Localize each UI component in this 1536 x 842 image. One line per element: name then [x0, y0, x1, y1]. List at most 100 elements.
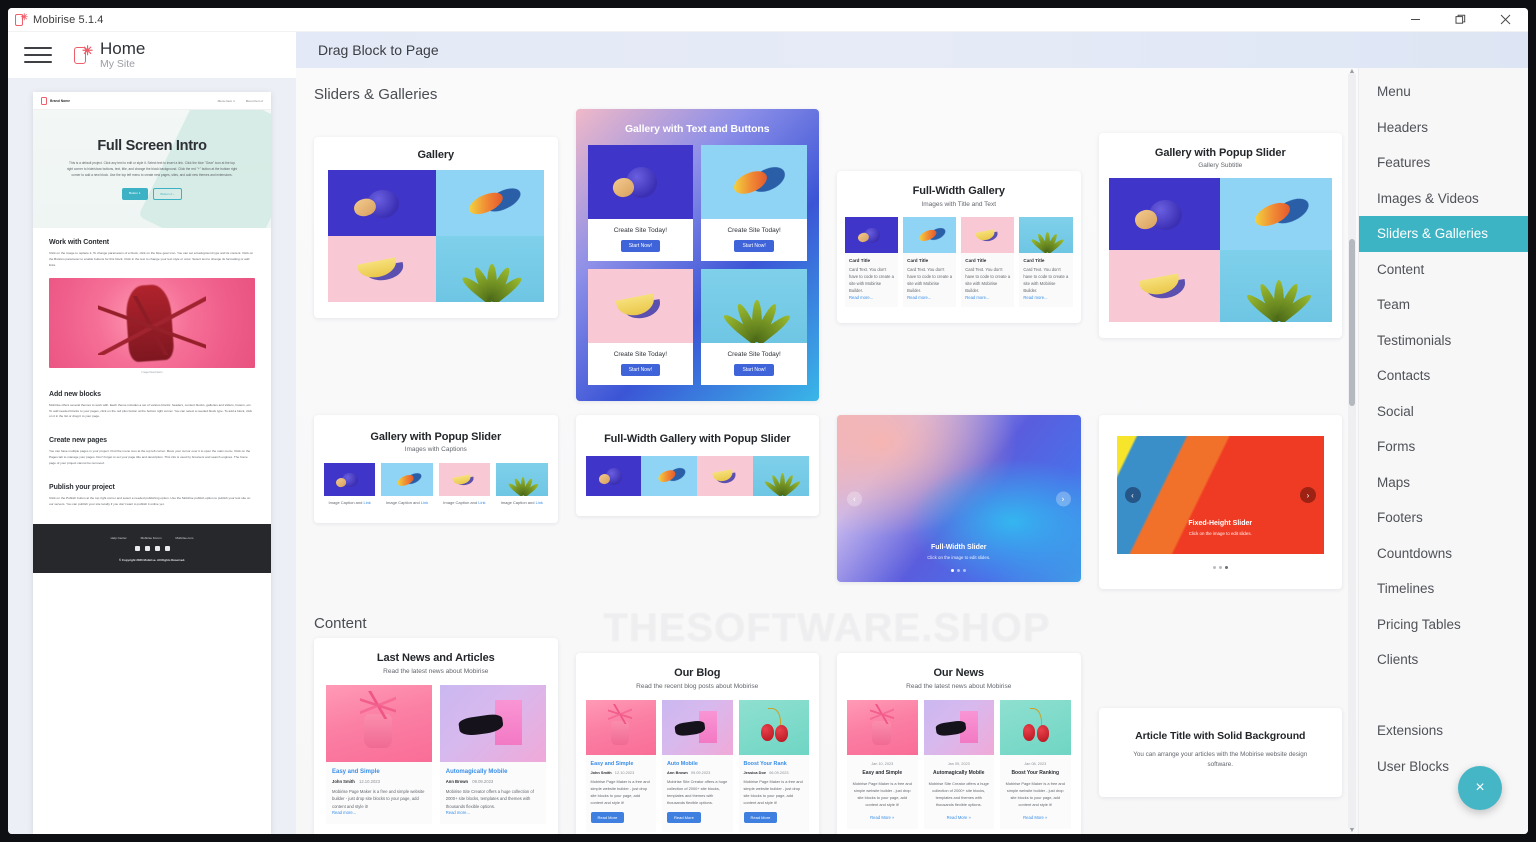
- preview-hero-section: Full Screen Intro This is a default proj…: [33, 110, 271, 228]
- close-button[interactable]: [1483, 8, 1528, 31]
- block-thumb-gallery-with-popup-slider[interactable]: Gallery with Popup Slider Gallery Subtit…: [1098, 133, 1342, 338]
- post-author: Ann Brown: [667, 770, 688, 775]
- preview-section-create-new-pages: Create new pages You can have multiple p…: [33, 426, 271, 473]
- preview-footer: Help Center Mobirise Forum Mobirise.com …: [33, 523, 271, 573]
- block-subheading: Images with Captions: [404, 446, 467, 453]
- block-subheading: Read the recent blog posts about Mobiris…: [636, 683, 759, 690]
- blog-post-card: Auto Mobile Ann Brown 09.09.2023 Mobiris…: [662, 700, 733, 833]
- category-nav[interactable]: Menu Headers Features Images & Videos Sl…: [1358, 68, 1528, 834]
- category-item-contacts[interactable]: Contacts: [1359, 358, 1528, 394]
- block-thumb-article-with-solid-background[interactable]: Article Title with Solid Background You …: [1098, 708, 1342, 797]
- preview-hero-text: This is a default project. Click any tex…: [66, 161, 238, 177]
- preview-section-title: Work with Content: [49, 239, 109, 246]
- gallery-image-plum: [328, 170, 436, 236]
- category-item-headers[interactable]: Headers: [1359, 110, 1528, 146]
- minimize-button[interactable]: [1393, 8, 1438, 31]
- block-thumb-last-news-and-articles[interactable]: Last News and Articles Read the latest n…: [314, 638, 558, 834]
- category-item-testimonials[interactable]: Testimonials: [1359, 323, 1528, 359]
- block-thumb-our-news[interactable]: Our News Read the latest news about Mobi…: [837, 653, 1081, 834]
- gallery-image-plum: [585, 456, 642, 496]
- block-thumb-our-blog[interactable]: Our Blog Read the recent blog posts abou…: [575, 653, 819, 834]
- category-item-maps[interactable]: Maps: [1359, 465, 1528, 501]
- post-date: 09.09.2023: [690, 770, 711, 775]
- page-preview-scroll[interactable]: Brand Name Menu Item 1 Menu Item 2 Full …: [8, 78, 296, 834]
- preview-section-text: Mobirise offers several themes to work w…: [49, 402, 253, 419]
- main-menu-icon[interactable]: [24, 47, 52, 63]
- slider-next-arrow-icon[interactable]: ›: [1300, 487, 1316, 503]
- category-item-footers[interactable]: Footers: [1359, 500, 1528, 536]
- close-blocks-panel-button[interactable]: ×: [1458, 766, 1502, 810]
- preview-section-title: Add new blocks: [49, 390, 101, 398]
- site-title-group[interactable]: Home My Site: [100, 38, 146, 71]
- block-thumb-gallery-with-text-and-buttons[interactable]: Gallery with Text and Buttons Create Sit…: [575, 109, 819, 401]
- block-heading: Gallery with Text and Buttons: [624, 123, 770, 135]
- drag-block-header: Drag Block to Page: [296, 32, 1528, 68]
- preview-copyright: © Copyright 2020 Mobirise. All Rights Re…: [118, 557, 186, 562]
- card-link: Read more...: [907, 294, 932, 300]
- category-item-team[interactable]: Team: [1359, 287, 1528, 323]
- category-item-menu[interactable]: Menu: [1359, 74, 1528, 110]
- gallery-card-row: Card Title Card Text. You don't have to …: [845, 217, 1073, 307]
- preview-hero-title: Full Screen Intro: [97, 138, 207, 155]
- category-item-user-blocks[interactable]: User Blocks: [1359, 749, 1528, 785]
- scrollbar-thumb[interactable]: [1349, 238, 1355, 406]
- block-thumb-fixed-height-slider[interactable]: ‹ › Fixed-Height Slider Click on the ima…: [1098, 415, 1342, 589]
- news-text: Mobirise Page Maker is a free and simple…: [1005, 781, 1065, 808]
- gallery-grid: [1108, 178, 1332, 322]
- category-item-social[interactable]: Social: [1359, 394, 1528, 430]
- gallery-card: Create Site Today! Start Now!: [701, 269, 807, 385]
- caption-gallery-item: Image Caption and Link: [324, 463, 376, 505]
- block-thumb-full-width-slider[interactable]: ‹ › Full-Width Slider Click on the image…: [837, 415, 1081, 582]
- blocks-scrollbar[interactable]: [1348, 72, 1356, 830]
- card-text: Card Text. You don't have to code to cre…: [849, 267, 894, 294]
- block-thumb-gallery[interactable]: Gallery: [314, 137, 558, 318]
- page-title: Home: [100, 38, 146, 58]
- post-text: Mobirise Page Maker is a free and simple…: [743, 779, 803, 806]
- category-item-pricing-tables[interactable]: Pricing Tables: [1359, 607, 1528, 643]
- category-item-countdowns[interactable]: Countdowns: [1359, 536, 1528, 572]
- post-title: Boost Your Rank: [743, 761, 787, 767]
- block-heading: Gallery: [417, 149, 455, 161]
- post-author: John Smith: [590, 770, 612, 775]
- block-thumb-gallery-with-popup-slider-captions[interactable]: Gallery with Popup Slider Images with Ca…: [314, 415, 558, 523]
- news-link: Read More »: [870, 815, 895, 821]
- preview-social-icons: [33, 545, 271, 551]
- preview-primary-button: Button 1: [122, 187, 148, 200]
- article-date: 09.09.2023: [472, 779, 494, 784]
- slider-dots[interactable]: [1117, 566, 1325, 569]
- category-item-features[interactable]: Features: [1359, 145, 1528, 181]
- category-item-forms[interactable]: Forms: [1359, 429, 1528, 465]
- preview-section-title: Create new pages: [49, 437, 107, 445]
- card-button: Start Now!: [620, 240, 661, 252]
- category-item-extensions[interactable]: Extensions: [1359, 713, 1528, 749]
- card-text: Card Text. You don't have to code to cre…: [1023, 267, 1069, 294]
- category-item-images-videos[interactable]: Images & Videos: [1359, 181, 1528, 217]
- category-item-timelines[interactable]: Timelines: [1359, 571, 1528, 607]
- scroll-down-arrow-icon[interactable]: ▼: [1347, 827, 1357, 834]
- footer-link: Help Center: [110, 535, 127, 540]
- block-thumb-full-width-gallery-with-popup-slider[interactable]: Full-Width Gallery with Popup Slider: [575, 415, 819, 516]
- preview-footer-links: Help Center Mobirise Forum Mobirise.com: [33, 536, 271, 540]
- block-heading: Our News: [933, 667, 985, 679]
- article-title: Automagically Mobile: [445, 769, 508, 775]
- block-thumb-full-width-gallery[interactable]: Full-Width Gallery Images with Title and…: [837, 171, 1081, 323]
- slider-next-arrow-icon[interactable]: ›: [1055, 491, 1071, 506]
- slider-dots[interactable]: [837, 569, 1081, 572]
- blog-post-row: Easy and Simple John Smith 12.10.2023 Mo…: [585, 700, 809, 833]
- main-content-row: ✳ Home My Site Brand Name Menu Item 1 Me…: [8, 32, 1528, 834]
- slider-prev-arrow-icon[interactable]: ‹: [847, 491, 862, 506]
- category-item-content[interactable]: Content: [1359, 252, 1528, 288]
- scroll-up-arrow-icon[interactable]: ▲: [1347, 68, 1357, 75]
- post-button: Read More: [590, 812, 625, 824]
- gallery-image-mango: [435, 170, 544, 236]
- page-preview[interactable]: Brand Name Menu Item 1 Menu Item 2 Full …: [33, 92, 271, 834]
- caption-gallery-item: Image Caption and Link: [496, 463, 548, 505]
- category-item-clients[interactable]: Clients: [1359, 642, 1528, 678]
- slider-prev-arrow-icon[interactable]: ‹: [1124, 487, 1141, 503]
- preview-section-work-with-content: Work with Content Click on the image to …: [33, 228, 271, 380]
- image-caption-link: Link: [535, 500, 543, 505]
- category-item-sliders-galleries[interactable]: Sliders & Galleries: [1359, 216, 1528, 252]
- gallery-card: Card Title Card Text. You don't have to …: [845, 217, 899, 307]
- restore-button[interactable]: [1438, 8, 1483, 31]
- blocks-scroll-region[interactable]: Sliders & Galleries Gallery Gallery with…: [296, 68, 1358, 834]
